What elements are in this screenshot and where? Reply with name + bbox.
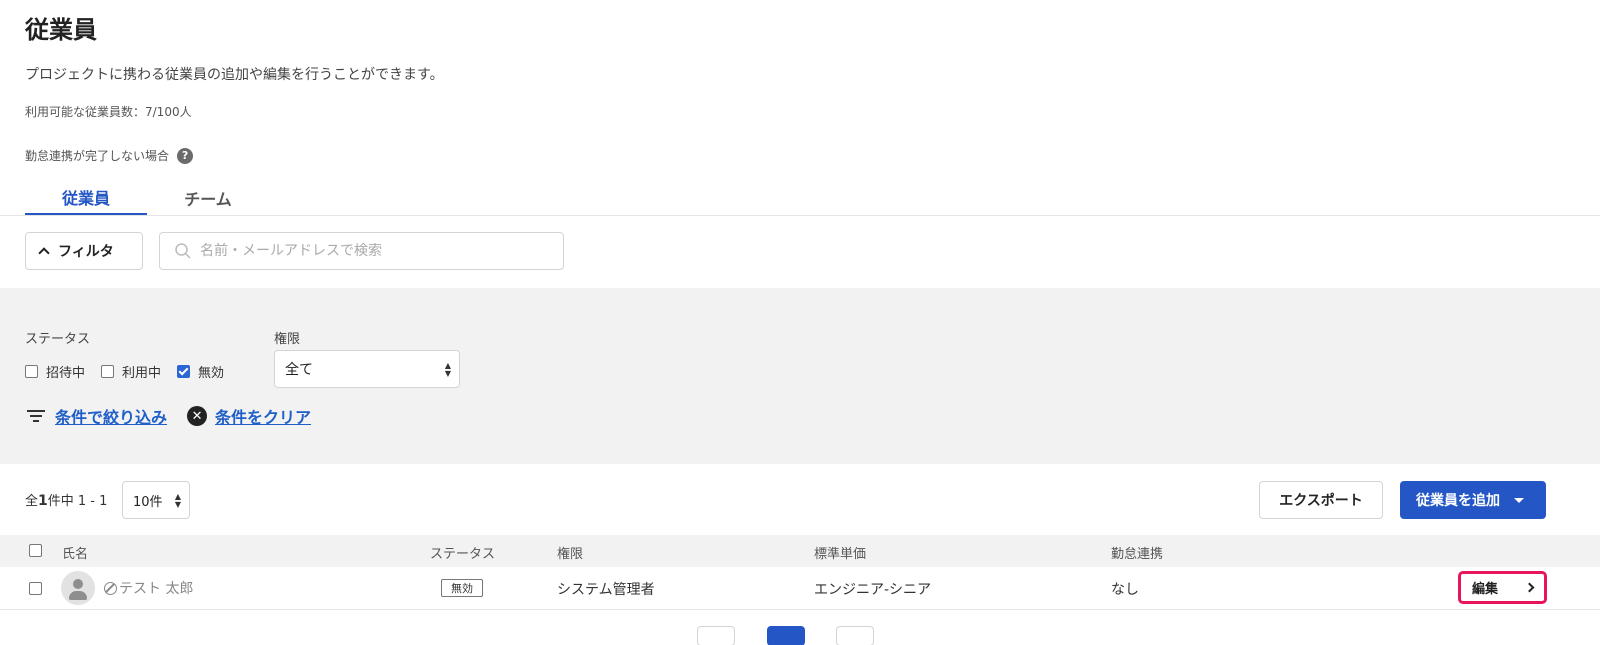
permission-cell: システム管理者 — [557, 582, 655, 598]
apply-filter-link[interactable]: 条件で絞り込み — [25, 404, 167, 428]
edit-label: 編集 — [1472, 582, 1499, 597]
row-checkbox[interactable] — [29, 582, 42, 595]
add-employee-label: 従業員を追加 — [1416, 493, 1500, 509]
filter-panel — [0, 288, 1600, 464]
employee-name[interactable]: テスト 太郎 — [104, 578, 193, 598]
caret-down-icon[interactable] — [1514, 497, 1524, 503]
header-name[interactable]: 氏名 — [62, 543, 88, 562]
filter-toggle-label: フィルタ — [58, 244, 114, 260]
question-icon[interactable]: ? — [177, 147, 194, 164]
checkbox-checked[interactable] — [177, 365, 191, 378]
status-option-label: 無効 — [198, 366, 225, 381]
tab-teams[interactable]: チーム — [147, 180, 269, 216]
tab-employees[interactable]: 従業員 — [25, 180, 147, 216]
result-count: 全1件中 1 - 1 — [25, 490, 107, 509]
sync-help: 勤怠連携が完了しない場合 ? — [25, 147, 194, 164]
checkbox[interactable] — [25, 365, 38, 378]
filter-actions: 条件で絞り込み ✕ 条件をクリア — [25, 404, 311, 428]
tab-divider — [0, 215, 1600, 216]
apply-filter-label: 条件で絞り込み — [55, 408, 168, 427]
status-badge: 無効 — [441, 579, 483, 597]
permission-filter-label: 権限 — [274, 332, 301, 347]
table-row: テスト 太郎 無効 システム管理者 エンジニア-シニア なし 編集 — [0, 567, 1600, 610]
edit-button[interactable]: 編集 — [1458, 571, 1547, 604]
updown-arrow-icon: ▲ ▼ — [444, 361, 451, 378]
table-header: 氏名 ステータス 権限 標準単価 勤怠連携 — [0, 535, 1600, 567]
add-employee-button[interactable]: 従業員を追加 — [1400, 481, 1546, 519]
pagination-prev[interactable] — [697, 626, 735, 645]
employee-name-text: テスト 太郎 — [119, 581, 194, 597]
header-sync[interactable]: 勤怠連携 — [1111, 543, 1163, 562]
status-checkboxes: 招待中 利用中 無効 — [25, 362, 224, 381]
page-description: プロジェクトに携わる従業員の追加や編集を行うことができます。 — [25, 67, 444, 83]
updown-arrow-icon: ▲ ▼ — [174, 492, 181, 509]
search-field[interactable] — [159, 232, 564, 270]
filter-lines-icon — [27, 410, 45, 422]
status-option-active[interactable]: 利用中 — [101, 362, 161, 381]
employee-usage: 利用可能な従業員数：7/100人 — [25, 105, 192, 119]
page-title: 従業員 — [25, 16, 97, 44]
checkbox[interactable] — [101, 365, 115, 378]
header-permission[interactable]: 権限 — [557, 543, 583, 562]
chevron-right-icon — [1524, 582, 1535, 593]
count-suffix: 件中 1 - 1 — [47, 494, 108, 509]
status-option-label: 利用中 — [122, 366, 162, 381]
pagination-next[interactable] — [836, 626, 874, 645]
chevron-up-icon — [38, 247, 50, 259]
clear-filter-link[interactable]: ✕ 条件をクリア — [187, 404, 311, 428]
count-total: 1 — [38, 493, 48, 509]
select-all-checkbox[interactable] — [29, 544, 42, 557]
close-circle-icon: ✕ — [187, 406, 208, 426]
status-option-inviting[interactable]: 招待中 — [25, 362, 85, 381]
permission-select[interactable]: 全て ▲ ▼ — [274, 350, 460, 388]
disabled-icon — [104, 581, 117, 595]
status-filter-label: ステータス — [25, 332, 91, 347]
filter-toggle-button[interactable]: フィルタ — [25, 232, 143, 270]
header-status[interactable]: ステータス — [430, 543, 495, 562]
permission-select-value: 全て — [285, 362, 313, 378]
avatar — [61, 571, 95, 605]
rate-cell: エンジニア-シニア — [814, 582, 932, 598]
tab-bar: 従業員 チーム — [25, 180, 269, 216]
export-button[interactable]: エクスポート — [1259, 481, 1383, 519]
status-option-disabled[interactable]: 無効 — [177, 362, 224, 381]
status-option-label: 招待中 — [46, 366, 86, 381]
sync-help-label: 勤怠連携が完了しない場合 — [25, 149, 170, 163]
per-page-select[interactable]: 10件 ▲ ▼ — [122, 481, 190, 519]
header-rate[interactable]: 標準単価 — [814, 543, 866, 562]
clear-filter-label: 条件をクリア — [215, 408, 312, 427]
pagination-current[interactable] — [767, 626, 805, 645]
search-input[interactable] — [200, 243, 540, 259]
count-prefix: 全 — [25, 494, 39, 509]
per-page-value: 10件 — [133, 494, 163, 510]
sync-cell: なし — [1111, 582, 1139, 598]
search-icon — [175, 243, 191, 259]
